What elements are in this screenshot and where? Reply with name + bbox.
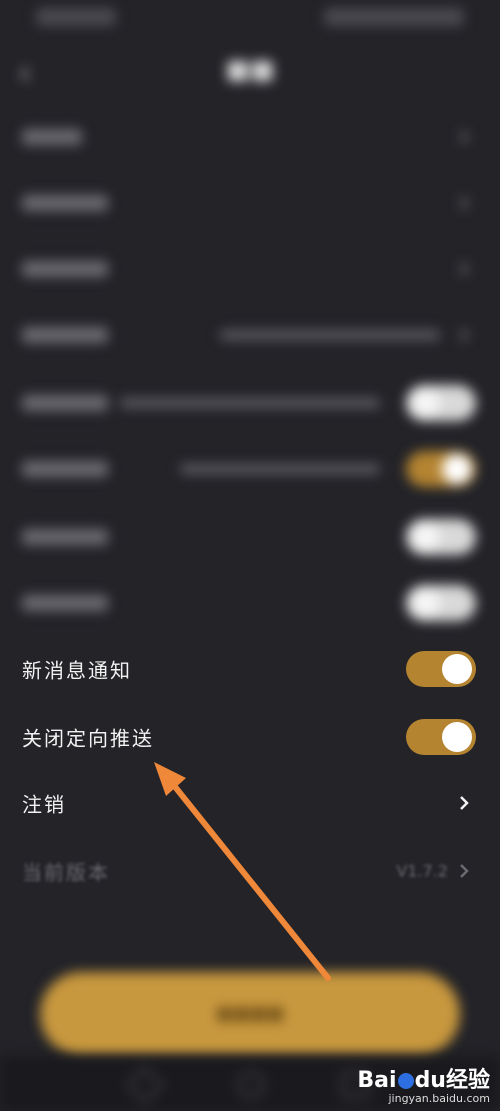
chevron-right-icon xyxy=(460,130,469,144)
header: ‹ ■■ xyxy=(0,45,500,105)
toggle-switch[interactable] xyxy=(406,451,476,487)
row-label: 注销 xyxy=(22,792,66,817)
paw-icon xyxy=(397,1073,414,1089)
row-label: 当前版本 xyxy=(22,860,110,885)
baidu-jingyan-watermark: Bai du经验 jingyan.baidu.com xyxy=(357,1062,490,1105)
chevron-right-icon xyxy=(460,796,469,810)
settings-row-blurred-8[interactable] xyxy=(0,570,500,636)
nav-home-icon[interactable] xyxy=(238,1072,264,1098)
settings-row-blurred-4[interactable] xyxy=(0,302,500,368)
settings-row-blurred-7[interactable] xyxy=(0,504,500,570)
new-message-notification-toggle[interactable] xyxy=(406,651,476,687)
settings-row-blurred-6[interactable] xyxy=(0,436,500,502)
page-title: ■■ xyxy=(225,55,275,85)
nav-back-icon[interactable] xyxy=(126,1066,164,1104)
settings-row-blurred-1[interactable] xyxy=(0,104,500,170)
settings-row-close-targeted-push[interactable]: 关闭定向推送 xyxy=(0,704,500,770)
row-label: 新消息通知 xyxy=(22,658,132,683)
status-left xyxy=(36,8,116,26)
toggle-switch[interactable] xyxy=(406,385,476,421)
logout-button[interactable]: ■■■■ xyxy=(40,972,460,1056)
chevron-right-icon xyxy=(460,262,469,276)
settings-row-blurred-3[interactable] xyxy=(0,236,500,302)
chevron-right-icon xyxy=(460,864,469,878)
row-label: 关闭定向推送 xyxy=(22,726,154,751)
toggle-knob xyxy=(442,722,472,752)
toggle-switch[interactable] xyxy=(406,519,476,555)
chevron-right-icon xyxy=(460,328,469,342)
settings-row-current-version[interactable]: 当前版本 V1.7.2 xyxy=(0,838,500,904)
settings-row-new-message-notification[interactable]: 新消息通知 xyxy=(0,636,500,702)
version-value: V1.7.2 xyxy=(396,861,448,881)
status-right xyxy=(324,8,464,26)
settings-row-blurred-2[interactable] xyxy=(0,170,500,236)
settings-row-deregister[interactable]: 注销 xyxy=(0,770,500,836)
toggle-knob xyxy=(442,654,472,684)
chevron-right-icon xyxy=(460,196,469,210)
toggle-switch[interactable] xyxy=(406,585,476,621)
settings-row-blurred-5[interactable] xyxy=(0,370,500,436)
close-targeted-push-toggle[interactable] xyxy=(406,719,476,755)
status-bar xyxy=(0,0,500,40)
baidu-logo: Bai du经验 xyxy=(357,1068,490,1093)
